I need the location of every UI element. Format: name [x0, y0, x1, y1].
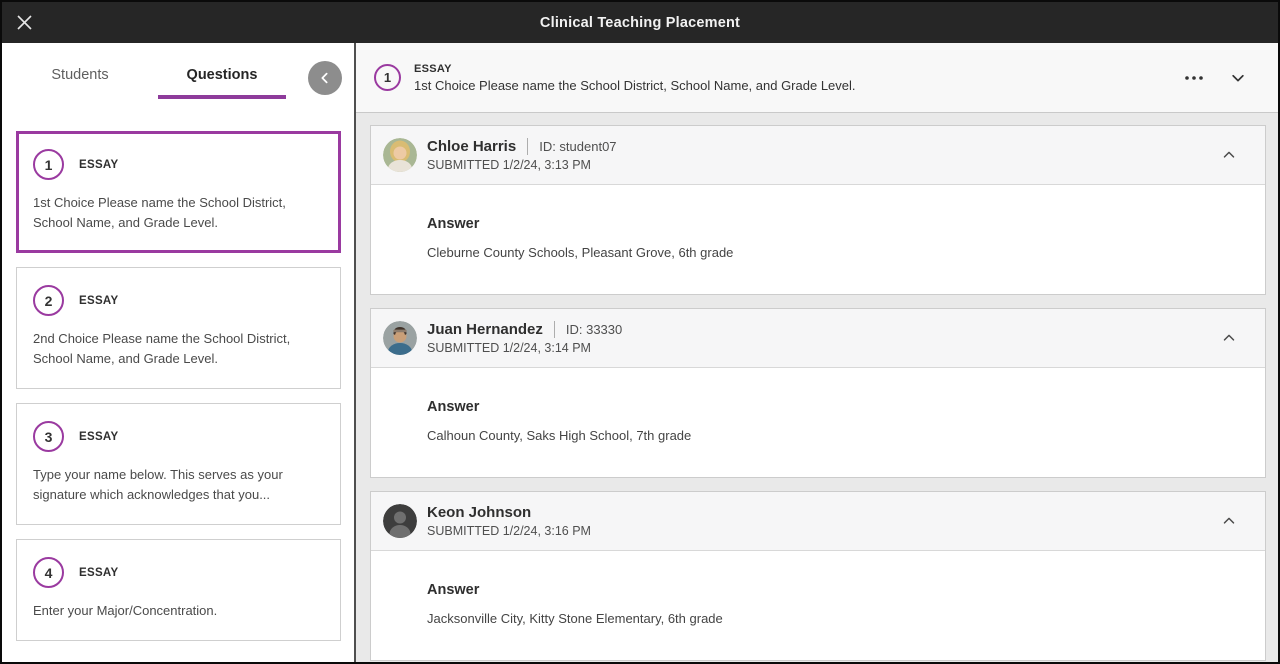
divider	[527, 138, 528, 155]
submitted-timestamp: SUBMITTED 1/2/24, 3:14 PM	[427, 341, 1213, 355]
question-number-badge: 2	[33, 285, 64, 316]
question-card-3[interactable]: 3 ESSAY Type your name below. This serve…	[16, 403, 341, 525]
submission-card-keon-johnson: Keon Johnson SUBMITTED 1/2/24, 3:16 PM A…	[370, 491, 1266, 661]
submission-collapse-button[interactable]	[1213, 139, 1245, 171]
answer-text: Cleburne County Schools, Pleasant Grove,…	[427, 245, 1245, 260]
question-text: 1st Choice Please name the School Distri…	[414, 78, 1178, 93]
question-card-1[interactable]: 1 ESSAY 1st Choice Please name the Schoo…	[16, 131, 341, 253]
submission-collapse-button[interactable]	[1213, 322, 1245, 354]
submission-body: Answer Cleburne County Schools, Pleasant…	[371, 185, 1265, 294]
question-number-badge: 1	[374, 64, 401, 91]
avatar	[383, 138, 417, 172]
tab-questions[interactable]: Questions	[158, 67, 286, 99]
question-card-2[interactable]: 2 ESSAY 2nd Choice Please name the Schoo…	[16, 267, 341, 389]
avatar	[383, 504, 417, 538]
question-type-label: ESSAY	[79, 567, 118, 579]
close-button[interactable]	[10, 9, 38, 37]
question-number-badge: 3	[33, 421, 64, 452]
question-number-badge: 1	[33, 149, 64, 180]
question-header: 1 ESSAY 1st Choice Please name the Schoo…	[356, 43, 1278, 113]
question-list: 1 ESSAY 1st Choice Please name the Schoo…	[2, 111, 354, 662]
chevron-down-icon	[1229, 69, 1247, 87]
page-title: Clinical Teaching Placement	[2, 15, 1278, 31]
top-bar: Clinical Teaching Placement	[2, 2, 1278, 43]
submission-body: Answer Calhoun County, Saks High School,…	[371, 368, 1265, 477]
question-text: Type your name below. This serves as you…	[33, 465, 324, 505]
submission-header[interactable]: Keon Johnson SUBMITTED 1/2/24, 3:16 PM	[371, 492, 1265, 551]
question-text: Enter your Major/Concentration.	[33, 601, 324, 621]
student-name: Chloe Harris	[427, 138, 516, 155]
divider	[554, 321, 555, 338]
question-type-label: ESSAY	[79, 431, 118, 443]
submission-header[interactable]: Chloe Harris ID: student07 SUBMITTED 1/2…	[371, 126, 1265, 185]
body-row: Students Questions 1 ESSAY 1st Choice Pl…	[2, 43, 1278, 662]
question-type-label: ESSAY	[414, 63, 1178, 75]
ellipsis-menu-icon	[1184, 75, 1204, 81]
answer-label: Answer	[427, 216, 1245, 232]
submission-card-chloe-harris: Chloe Harris ID: student07 SUBMITTED 1/2…	[370, 125, 1266, 295]
submission-header[interactable]: Juan Hernandez ID: 33330 SUBMITTED 1/2/2…	[371, 309, 1265, 368]
close-icon	[15, 13, 34, 32]
question-options-button[interactable]	[1178, 62, 1210, 94]
question-collapse-button[interactable]	[1222, 62, 1254, 94]
tab-students[interactable]: Students	[16, 67, 144, 99]
question-type-label: ESSAY	[79, 159, 118, 171]
submission-collapse-button[interactable]	[1213, 505, 1245, 537]
question-text: 1st Choice Please name the School Distri…	[33, 193, 324, 233]
question-text: 2nd Choice Please name the School Distri…	[33, 329, 324, 369]
question-type-label: ESSAY	[79, 295, 118, 307]
question-number-badge: 4	[33, 557, 64, 588]
sidebar-collapse-button[interactable]	[308, 61, 342, 95]
answer-text: Jacksonville City, Kitty Stone Elementar…	[427, 611, 1245, 626]
submitted-timestamp: SUBMITTED 1/2/24, 3:13 PM	[427, 158, 1213, 172]
chevron-left-icon	[317, 70, 333, 86]
chevron-up-icon	[1220, 512, 1238, 530]
student-id: ID: 33330	[566, 322, 622, 337]
submission-card-juan-hernandez: Juan Hernandez ID: 33330 SUBMITTED 1/2/2…	[370, 308, 1266, 478]
student-id: ID: student07	[539, 139, 616, 154]
question-card-4[interactable]: 4 ESSAY Enter your Major/Concentration.	[16, 539, 341, 641]
sidebar: Students Questions 1 ESSAY 1st Choice Pl…	[2, 43, 356, 662]
chevron-up-icon	[1220, 329, 1238, 347]
avatar	[383, 321, 417, 355]
student-name: Keon Johnson	[427, 504, 531, 521]
submission-body: Answer Jacksonville City, Kitty Stone El…	[371, 551, 1265, 660]
answer-label: Answer	[427, 399, 1245, 415]
main-panel: 1 ESSAY 1st Choice Please name the Schoo…	[356, 43, 1278, 662]
submissions-list: Chloe Harris ID: student07 SUBMITTED 1/2…	[356, 113, 1278, 662]
sidebar-tabs: Students Questions	[2, 43, 354, 111]
chevron-up-icon	[1220, 146, 1238, 164]
answer-text: Calhoun County, Saks High School, 7th gr…	[427, 428, 1245, 443]
student-name: Juan Hernandez	[427, 321, 543, 338]
submitted-timestamp: SUBMITTED 1/2/24, 3:16 PM	[427, 524, 1213, 538]
answer-label: Answer	[427, 582, 1245, 598]
clinical-teaching-placement-window: Clinical Teaching Placement Students Que…	[0, 0, 1280, 664]
